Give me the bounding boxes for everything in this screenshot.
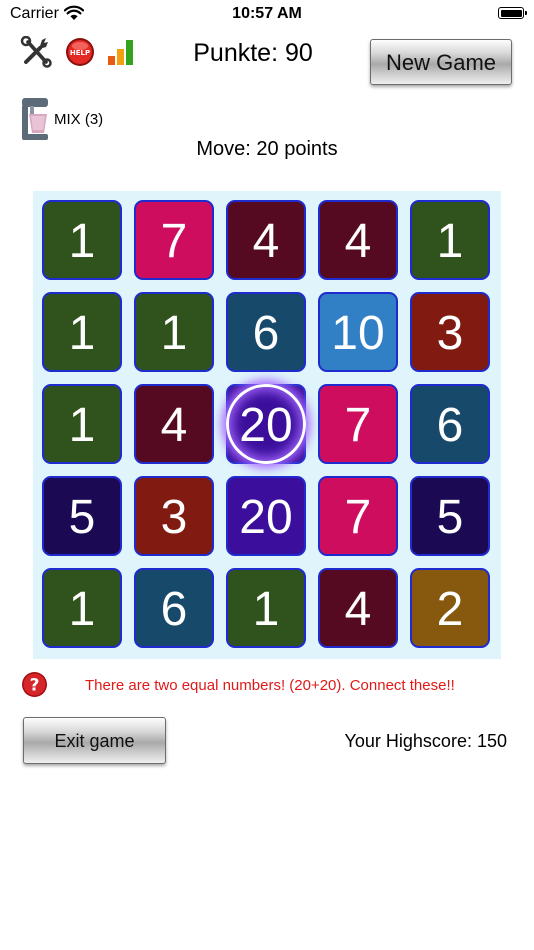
new-game-button[interactable]: New Game — [370, 39, 512, 85]
tile-r4-c2[interactable]: 3 — [134, 476, 214, 556]
tile-value: 4 — [344, 583, 372, 636]
question-icon[interactable]: ? — [21, 671, 48, 698]
tile-value: 1 — [436, 215, 464, 268]
highscore-label: Your Highscore: 150 — [344, 731, 507, 751]
bar-chart-icon[interactable] — [104, 36, 136, 68]
tile-value: 7 — [344, 491, 372, 544]
tile-r1-c4[interactable]: 4 — [318, 200, 398, 280]
mixer-icon[interactable] — [20, 96, 50, 142]
tile-r5-c2[interactable]: 6 — [134, 568, 214, 648]
tile-value: 1 — [160, 307, 188, 360]
tile-value: 1 — [68, 215, 96, 268]
tile-r3-c4[interactable]: 7 — [318, 384, 398, 464]
tile-r3-c2[interactable]: 4 — [134, 384, 214, 464]
tile-value: 1 — [68, 307, 96, 360]
tile-value: 7 — [160, 215, 188, 268]
tile-value: 10 — [331, 307, 385, 360]
tile-r2-c2[interactable]: 1 — [134, 292, 214, 372]
tile-value: 4 — [344, 215, 372, 268]
tile-value: 7 — [344, 399, 372, 452]
tile-value: 5 — [436, 491, 464, 544]
tile-r3-c5[interactable]: 6 — [410, 384, 490, 464]
tile-r2-c1[interactable]: 1 — [42, 292, 122, 372]
tools-icon[interactable] — [20, 36, 52, 68]
tile-r2-c3[interactable]: 6 — [226, 292, 306, 372]
tile-value: 1 — [252, 583, 280, 636]
tile-r4-c3[interactable]: 20 — [226, 476, 306, 556]
tile-value: 6 — [252, 307, 280, 360]
status-bar: Carrier 10:57 AM — [0, 0, 534, 30]
tile-r5-c1[interactable]: 1 — [42, 568, 122, 648]
svg-text:?: ? — [30, 676, 40, 696]
tile-value: 3 — [160, 491, 188, 544]
battery-icon — [498, 7, 527, 19]
tile-value: 20 — [239, 399, 293, 452]
tile-r3-c1[interactable]: 1 — [42, 384, 122, 464]
tile-r2-c5[interactable]: 3 — [410, 292, 490, 372]
tile-r4-c4[interactable]: 7 — [318, 476, 398, 556]
tile-r3-c3[interactable]: 20 — [226, 384, 306, 464]
game-board: 1 7 4 4 1 1 1 6 10 3 1 4 20 7 6 5 3 20 7 5 1 6 1 4 2 — [33, 191, 501, 659]
tile-value: 1 — [68, 583, 96, 636]
tile-value: 2 — [436, 583, 464, 636]
tile-r5-c3[interactable]: 1 — [226, 568, 306, 648]
tile-r1-c2[interactable]: 7 — [134, 200, 214, 280]
tile-r4-c5[interactable]: 5 — [410, 476, 490, 556]
tile-r5-c4[interactable]: 4 — [318, 568, 398, 648]
tile-value: 5 — [68, 491, 96, 544]
tile-value: 6 — [436, 399, 464, 452]
tile-value: 3 — [436, 307, 464, 360]
tile-value: 6 — [160, 583, 188, 636]
tile-value: 20 — [239, 491, 293, 544]
move-points-label: Move: 20 points — [196, 138, 338, 160]
tile-r5-c5[interactable]: 2 — [410, 568, 490, 648]
tile-value: 1 — [68, 399, 96, 452]
tile-r2-c4[interactable]: 10 — [318, 292, 398, 372]
mix-counter[interactable]: MIX (3) — [54, 111, 103, 128]
help-button-icon[interactable]: HELP — [64, 36, 96, 68]
tile-value: 4 — [252, 215, 280, 268]
status-time: 10:57 AM — [232, 5, 302, 22]
hint-message: There are two equal numbers! (20+20). Co… — [85, 677, 455, 694]
tile-r1-c3[interactable]: 4 — [226, 200, 306, 280]
tile-value: 4 — [160, 399, 188, 452]
exit-game-button[interactable]: Exit game — [23, 717, 166, 764]
tile-r1-c1[interactable]: 1 — [42, 200, 122, 280]
score-label: Punkte: 90 — [193, 39, 313, 67]
tile-r4-c1[interactable]: 5 — [42, 476, 122, 556]
tile-r1-c5[interactable]: 1 — [410, 200, 490, 280]
svg-text:HELP: HELP — [70, 49, 90, 57]
